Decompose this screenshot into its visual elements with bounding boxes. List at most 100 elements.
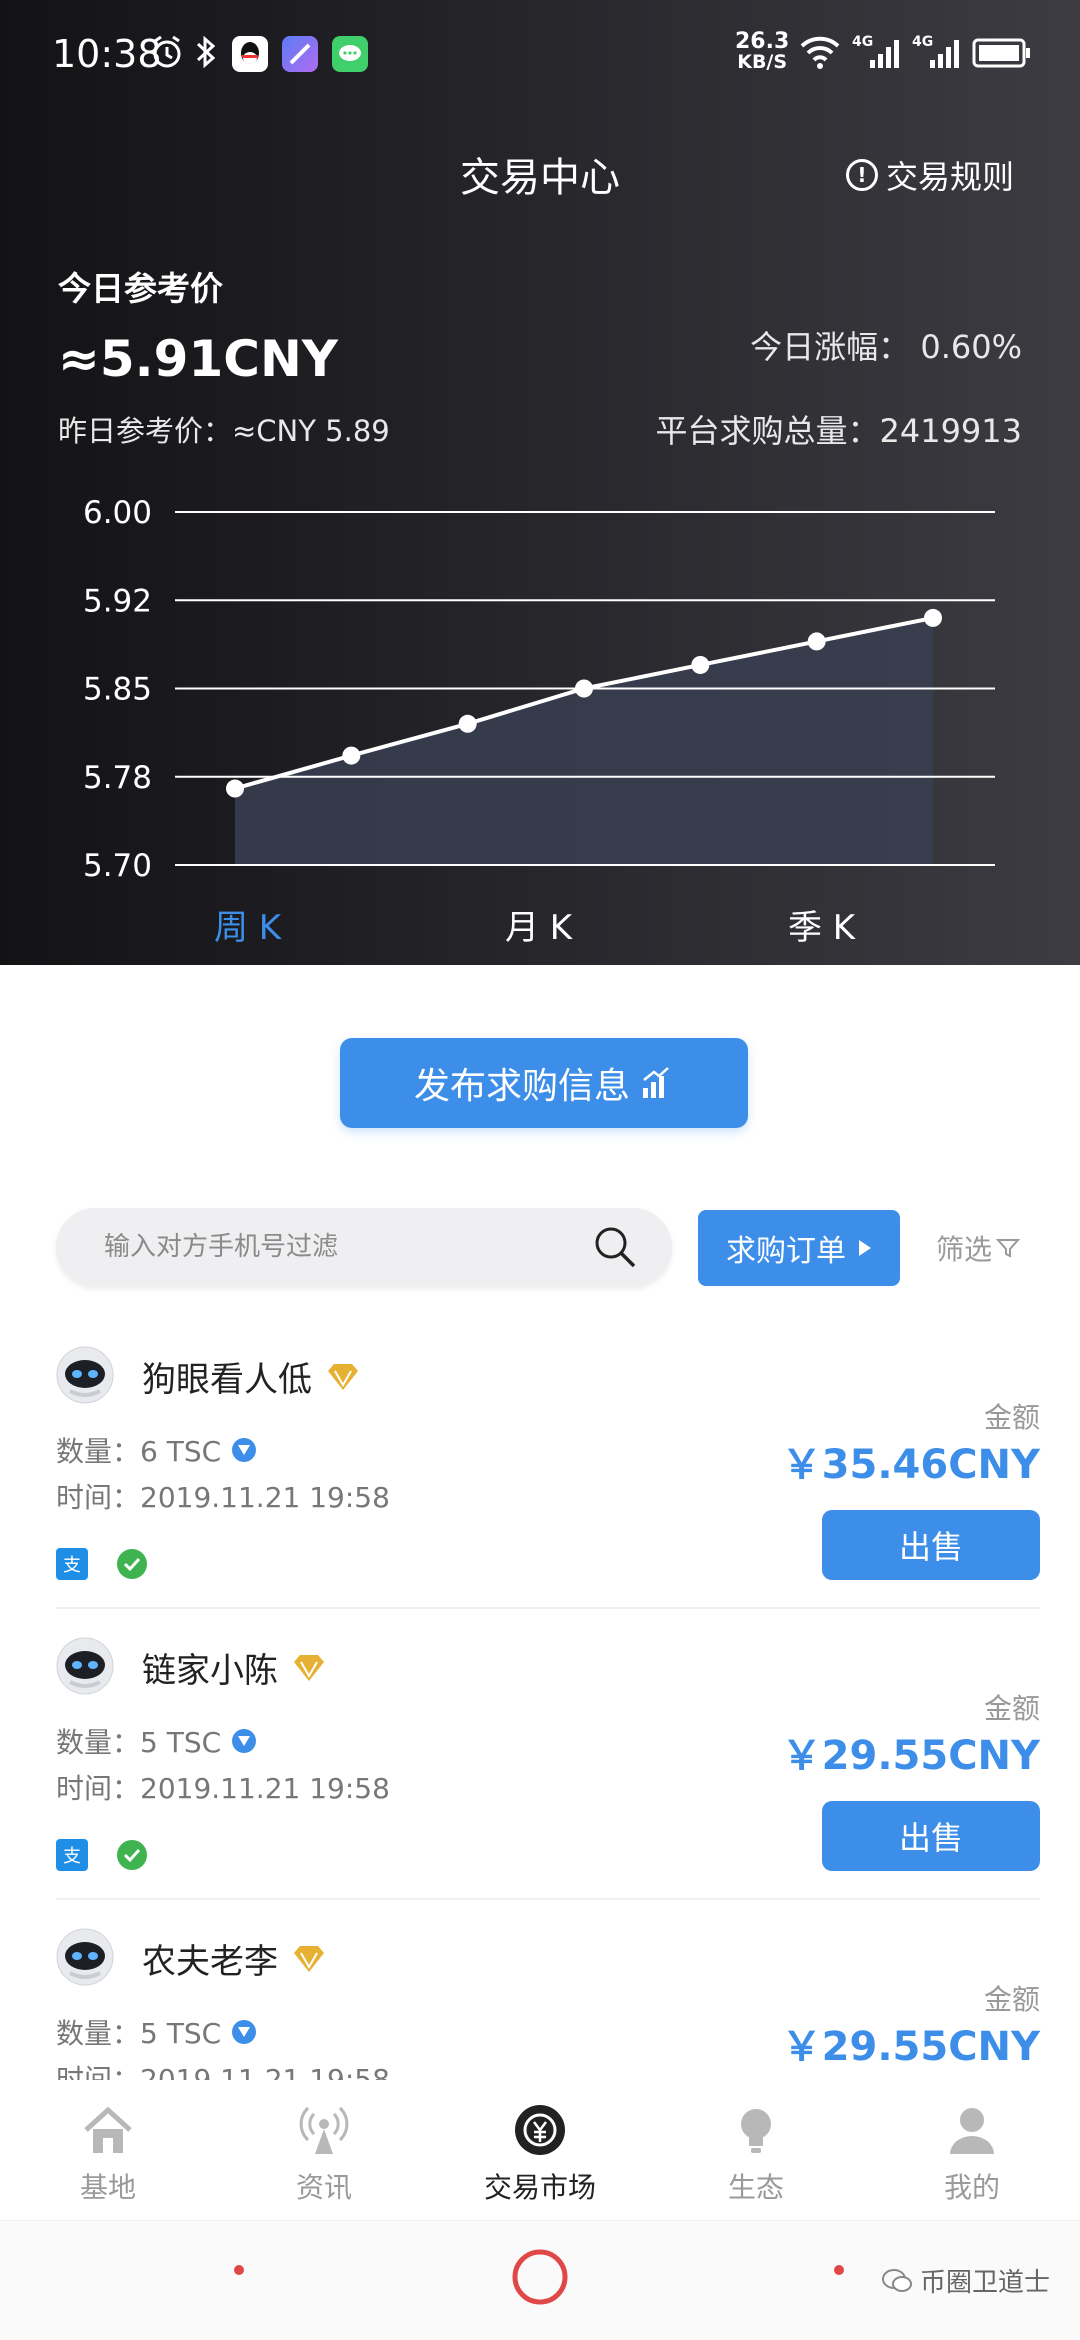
tab-mine-label: 我的 <box>943 2171 1000 2204</box>
list-item: 链家小陈 数量：5 TSC 时间：2019.11.21 19:58 支 金额 ￥… <box>56 1609 1040 1900</box>
wechat-pay-icon <box>117 1549 147 1579</box>
signal-icon-2 <box>930 40 959 68</box>
publish-buy-label: 发布求购信息 <box>413 1066 630 1107</box>
chart-data-point <box>691 655 710 674</box>
phone-filter-input[interactable] <box>102 1208 582 1286</box>
today-ref-price: ≈5.91CNY <box>58 330 339 388</box>
amount-value: ￥29.55CNY <box>781 1733 1040 1779</box>
tab-news[interactable]: 资讯 <box>216 2080 432 2220</box>
user-name-label: 链家小陈 <box>142 1651 278 1691</box>
nav-back-dot-icon[interactable] <box>232 2263 246 2277</box>
chart-data-point <box>807 632 826 651</box>
robot-avatar <box>56 1346 114 1404</box>
home-icon <box>84 2106 132 2153</box>
battery-icon <box>972 38 1030 68</box>
tab-base[interactable]: 基地 <box>0 2080 216 2220</box>
today-change-label: 今日涨幅： <box>750 328 911 366</box>
info-icon: ! <box>845 159 878 191</box>
wechat-pay-icon <box>117 1840 147 1870</box>
trade-time: 时间：2019.11.21 19:58 <box>56 2063 390 2080</box>
user-name-label: 狗眼看人低 <box>142 1360 312 1400</box>
market-header: 10:38 26.3 KB/S 4G 4G 交易中心 ! 交易规则 今日参考价 ≈… <box>0 0 1080 965</box>
quantity: 数量：6 TSC <box>56 1430 257 1470</box>
tab-season-k[interactable]: 季 K <box>788 900 855 949</box>
trade-rules-label: 交易规则 <box>885 158 1014 196</box>
tab-news-label: 资讯 <box>295 2171 352 2204</box>
today-change-value: 0.60% <box>920 328 1022 366</box>
amount-value: ￥29.55CNY <box>781 2024 1040 2070</box>
bottom-tab-bar: 基地 资讯 交易市场 生态 我的 <box>0 2080 1080 2220</box>
tsc-token-icon <box>232 1729 257 1753</box>
tab-week-k-label: 周 K <box>214 908 282 948</box>
tab-week-k[interactable]: 周 K <box>214 900 281 949</box>
filter-label: 筛选 <box>936 1233 993 1266</box>
alipay-icon: 支 <box>56 1839 88 1871</box>
price-chart: 6.00 5.92 5.85 5.78 5.70 <box>83 495 995 884</box>
list-item: 狗眼看人低 数量：6 TSC 时间：2019.11.21 19:58 支 金额 … <box>56 1318 1040 1609</box>
buy-request-list: 狗眼看人低 数量：6 TSC 时间：2019.11.21 19:58 支 金额 … <box>0 1318 1080 2080</box>
chart-data-point <box>575 679 593 698</box>
today-change: 今日涨幅： 0.60% <box>750 322 1022 368</box>
tab-season-k-label: 季 K <box>788 908 856 948</box>
vip-diamond-icon <box>294 1945 324 1972</box>
play-arrow-icon <box>859 1240 871 1256</box>
user-icon <box>950 2108 994 2154</box>
tab-month-k-label: 月 K <box>505 908 573 948</box>
payment-methods: 支 <box>56 1548 148 1580</box>
platform-total-value: 2419913 <box>879 412 1022 450</box>
tsc-token-icon <box>232 1438 257 1462</box>
trade-time: 时间：2019.11.21 19:58 <box>56 1772 390 1805</box>
search-icon[interactable] <box>592 1224 638 1270</box>
amount-label: 金额 <box>983 1692 1040 1725</box>
quantity: 数量：5 TSC <box>56 1721 257 1761</box>
chart-data-point <box>226 779 244 798</box>
nav-recent-dot-icon[interactable] <box>832 2263 846 2277</box>
user-name-label: 农夫老李 <box>142 1942 278 1982</box>
exchange-icon <box>515 2105 565 2155</box>
svg-text:支: 支 <box>63 1555 81 1576</box>
buy-orders-label: 求购订单 <box>726 1234 846 1269</box>
tab-month-k[interactable]: 月 K <box>505 900 572 949</box>
chart-y-tick-label: 6.00 <box>83 495 152 531</box>
chart-data-point <box>924 608 942 627</box>
user-name: 狗眼看人低 <box>142 1352 360 1401</box>
trade-time: 时间：2019.11.21 19:58 <box>56 1481 390 1514</box>
trade-rules-link[interactable]: ! 交易规则 <box>845 152 1014 198</box>
tab-ecology-label: 生态 <box>727 2171 784 2204</box>
platform-total: 平台求购总量：2419913 <box>655 406 1022 452</box>
robot-avatar <box>56 1928 114 1986</box>
user-name: 农夫老李 <box>142 1934 326 1983</box>
amount-value: ￥35.46CNY <box>781 1442 1040 1488</box>
tab-market[interactable]: 交易市场 <box>432 2080 648 2220</box>
chart-y-tick-label: 5.78 <box>83 760 152 796</box>
sell-button[interactable]: 出售 <box>822 1801 1040 1871</box>
platform-total-label: 平台求购总量： <box>655 412 880 450</box>
publish-buy-button[interactable]: 发布求购信息 <box>340 1038 748 1128</box>
buy-orders-button[interactable]: 求购订单 <box>698 1210 900 1286</box>
chart-y-tick-label: 5.70 <box>83 848 152 884</box>
funnel-icon <box>996 1239 1021 1258</box>
svg-text:支: 支 <box>63 1846 81 1867</box>
chart-y-tick-label: 5.85 <box>83 672 152 708</box>
quantity-label: 数量：5 TSC <box>56 1726 222 1759</box>
phone-filter-search <box>56 1208 672 1286</box>
tsc-token-icon <box>232 2020 257 2044</box>
quantity-label: 数量：5 TSC <box>56 2017 222 2050</box>
tab-ecology[interactable]: 生态 <box>648 2080 864 2220</box>
bulb-icon <box>741 2109 771 2153</box>
quantity-label: 数量：6 TSC <box>56 1435 222 1468</box>
status-bar: 10:38 26.3 KB/S 4G 4G <box>0 0 1080 110</box>
tab-market-label: 交易市场 <box>483 2171 596 2204</box>
sell-button[interactable]: 出售 <box>822 1510 1040 1580</box>
tab-mine[interactable]: 我的 <box>864 2080 1080 2220</box>
nav-home-ring-icon[interactable] <box>510 2247 570 2307</box>
tab-base-label: 基地 <box>79 2171 136 2204</box>
amount-label: 金额 <box>983 1983 1040 2016</box>
yesterday-ref-price: 昨日参考价：≈CNY 5.89 <box>58 414 390 448</box>
filter-button[interactable]: 筛选 <box>936 1228 1021 1268</box>
chart-area-fill <box>235 617 933 865</box>
vip-diamond-icon <box>294 1654 324 1681</box>
wifi-icon <box>800 36 840 69</box>
chart-data-point <box>342 746 361 765</box>
payment-methods: 支 <box>56 1839 148 1871</box>
